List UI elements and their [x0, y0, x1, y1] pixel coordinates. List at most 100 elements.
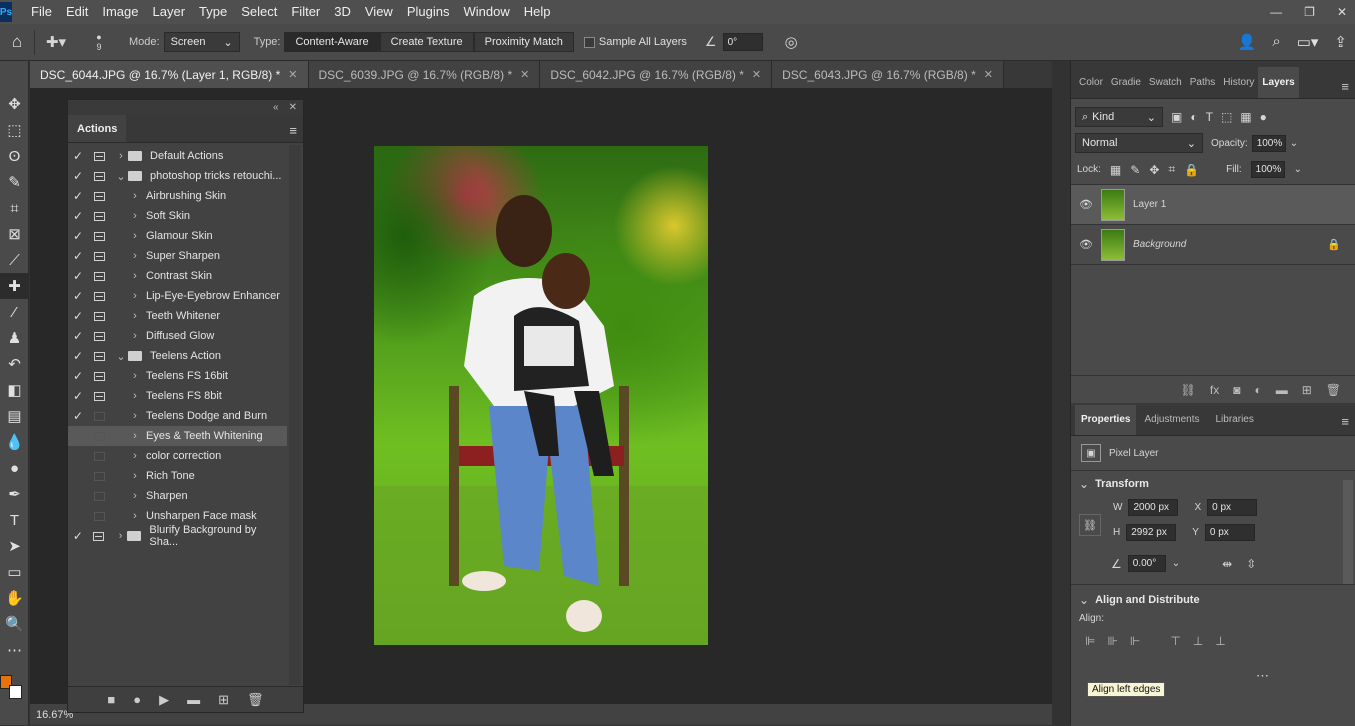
panel-menu-icon[interactable]: ≡: [289, 115, 303, 142]
rectangle-tool-icon[interactable]: ▭: [0, 559, 29, 585]
close-tab-icon[interactable]: ✕: [288, 68, 297, 81]
close-tab-icon[interactable]: ✕: [520, 68, 529, 81]
hand-tool-icon[interactable]: ✋: [0, 585, 29, 611]
sample-all-layers-checkbox[interactable]: Sample All Layers: [583, 36, 687, 48]
toggle-item-checkbox[interactable]: ✓: [68, 529, 88, 543]
document-tab[interactable]: DSC_6043.JPG @ 16.7% (RGB/8) * ✕: [772, 61, 1004, 88]
action-set-row[interactable]: ✓ ⌄ photoshop tricks retouchi...: [68, 166, 287, 186]
filter-pixel-icon[interactable]: ▣: [1171, 110, 1182, 124]
toggle-item-checkbox[interactable]: ✓: [68, 249, 88, 263]
chevron-down-icon[interactable]: ⌄: [114, 170, 128, 183]
chevron-right-icon[interactable]: ›: [128, 430, 142, 442]
new-layer-icon[interactable]: ⊞: [1302, 383, 1312, 397]
menu-image[interactable]: Image: [95, 0, 145, 24]
toggle-dialog-icon[interactable]: [93, 171, 105, 181]
background-color-swatch[interactable]: [9, 685, 22, 699]
type-content-aware-button[interactable]: Content-Aware: [284, 32, 380, 52]
chevron-right-icon[interactable]: ›: [128, 270, 142, 282]
chevron-right-icon[interactable]: ›: [128, 330, 142, 342]
panel-menu-icon[interactable]: ≡: [1341, 414, 1349, 429]
chevron-right-icon[interactable]: ›: [114, 150, 128, 162]
action-row[interactable]: ✓ › Airbrushing Skin: [68, 186, 287, 206]
toggle-dialog-icon[interactable]: [93, 311, 105, 321]
action-row[interactable]: ✓ › Teelens FS 8bit: [68, 386, 287, 406]
toggle-dialog-icon[interactable]: [93, 251, 105, 261]
layer-name[interactable]: Background: [1133, 239, 1186, 250]
flip-vertical-icon[interactable]: ⇳: [1246, 557, 1256, 571]
action-row[interactable]: ✓ › Teelens FS 16bit: [68, 366, 287, 386]
fill-input[interactable]: 100%: [1250, 161, 1285, 178]
align-left-edges-icon[interactable]: ⊫: [1085, 634, 1095, 648]
chevron-right-icon[interactable]: ›: [114, 530, 128, 542]
layer-style-icon[interactable]: fx: [1210, 383, 1219, 397]
toggle-dialog-icon[interactable]: [93, 291, 105, 301]
close-panel-icon[interactable]: ✕: [289, 102, 297, 113]
align-horizontal-centers-icon[interactable]: ⊪: [1107, 634, 1117, 648]
action-row[interactable]: ✓ › Teelens Dodge and Burn: [68, 406, 287, 426]
document-photo[interactable]: [374, 146, 708, 645]
toggle-dialog-icon[interactable]: [93, 231, 105, 241]
pen-tool-icon[interactable]: ✒: [0, 481, 29, 507]
type-proximity-match-button[interactable]: Proximity Match: [473, 32, 574, 52]
actions-scrollbar[interactable]: [289, 145, 301, 685]
menu-edit[interactable]: Edit: [59, 0, 95, 24]
filter-toggle-icon[interactable]: ●: [1260, 110, 1267, 124]
toggle-dialog-icon[interactable]: [93, 371, 105, 381]
close-tab-icon[interactable]: ✕: [752, 68, 761, 81]
menu-select[interactable]: Select: [234, 0, 284, 24]
play-icon[interactable]: ▶: [159, 692, 169, 708]
chevron-right-icon[interactable]: ›: [128, 470, 142, 482]
share-people-icon[interactable]: 👤: [1238, 33, 1257, 51]
lock-image-icon[interactable]: ✎: [1130, 163, 1140, 177]
menu-filter[interactable]: Filter: [284, 0, 327, 24]
menu-help[interactable]: Help: [517, 0, 558, 24]
action-row[interactable]: ✓ › Glamour Skin: [68, 226, 287, 246]
toggle-dialog-icon[interactable]: [93, 331, 105, 341]
menu-view[interactable]: View: [358, 0, 400, 24]
layer-name[interactable]: Layer 1: [1133, 199, 1166, 210]
new-set-icon[interactable]: ▬: [187, 692, 200, 707]
toggle-item-checkbox[interactable]: ✓: [68, 189, 88, 203]
chevron-right-icon[interactable]: ›: [128, 250, 142, 262]
properties-scrollbar[interactable]: [1343, 480, 1353, 584]
filter-type-icon[interactable]: T: [1206, 110, 1213, 124]
move-tool-icon[interactable]: ✥: [0, 91, 29, 117]
align-vertical-centers-icon[interactable]: ⊥: [1193, 634, 1203, 648]
toggle-dialog-icon[interactable]: [93, 511, 105, 521]
tab-paths[interactable]: Paths: [1186, 77, 1220, 98]
stop-icon[interactable]: ■: [107, 692, 115, 707]
tab-history[interactable]: History: [1219, 77, 1258, 98]
frame-tool-icon[interactable]: ⊠: [0, 221, 29, 247]
kind-filter-select[interactable]: ⌕ Kind ⌄: [1075, 107, 1163, 127]
y-input[interactable]: 0 px: [1204, 524, 1255, 541]
toggle-item-checkbox[interactable]: ✓: [68, 369, 88, 383]
menu-3d[interactable]: 3D: [327, 0, 358, 24]
toggle-item-checkbox[interactable]: ✓: [68, 229, 88, 243]
visibility-eye-icon[interactable]: 👁: [1071, 238, 1101, 251]
tab-gradie[interactable]: Gradie: [1107, 77, 1145, 98]
flip-horizontal-icon[interactable]: ⇹: [1222, 557, 1232, 571]
toggle-item-checkbox[interactable]: ✓: [68, 169, 88, 183]
width-input[interactable]: 2000 px: [1128, 499, 1179, 516]
action-set-row[interactable]: ✓ › Default Actions: [68, 146, 287, 166]
toggle-item-checkbox[interactable]: ✓: [68, 329, 88, 343]
visibility-eye-icon[interactable]: 👁: [1071, 198, 1101, 211]
chevron-right-icon[interactable]: ›: [128, 210, 142, 222]
record-icon[interactable]: ●: [133, 692, 141, 707]
toggle-item-checkbox[interactable]: ✓: [68, 309, 88, 323]
type-tool-icon[interactable]: T: [0, 507, 29, 533]
close-tab-icon[interactable]: ✕: [984, 68, 993, 81]
trash-icon[interactable]: 🗑: [247, 692, 264, 708]
filter-smart-object-icon[interactable]: ▦: [1240, 110, 1251, 124]
align-top-edges-icon[interactable]: ⊤: [1170, 634, 1180, 648]
dodge-tool-icon[interactable]: ●: [0, 455, 29, 481]
menu-file[interactable]: File: [24, 0, 59, 24]
chevron-right-icon[interactable]: ›: [128, 370, 142, 382]
chevron-right-icon[interactable]: ›: [128, 290, 142, 302]
eraser-tool-icon[interactable]: ◧: [0, 377, 29, 403]
zoom-tool-icon[interactable]: 🔍: [0, 611, 29, 637]
chevron-right-icon[interactable]: ›: [128, 190, 142, 202]
lock-artboard-icon[interactable]: ⌗: [1168, 162, 1175, 177]
action-set-row[interactable]: ✓ › Blurify Background by Sha...: [68, 524, 287, 548]
share-icon[interactable]: ⇪: [1334, 33, 1347, 51]
